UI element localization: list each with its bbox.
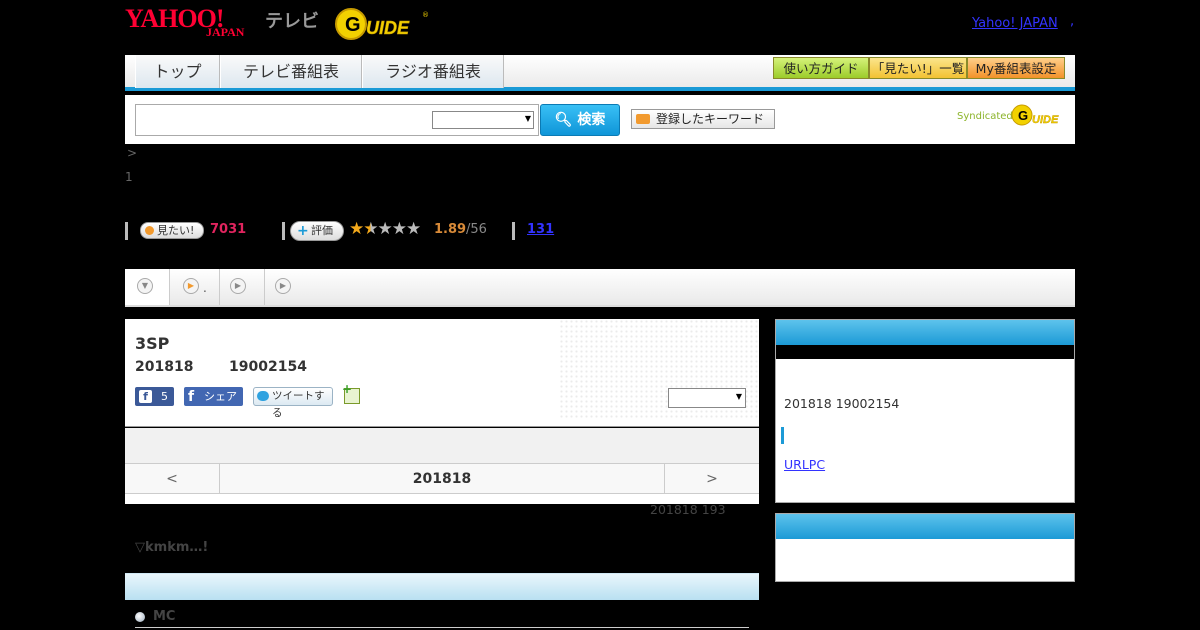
tab-radio-listings[interactable]: ラジオ番組表 <box>362 55 504 88</box>
sidebar-divider <box>781 427 784 444</box>
search-button[interactable]: 🔍︎ 検索 <box>540 104 620 136</box>
header-separator: , <box>1070 14 1075 29</box>
program-card: 3SP 201818 19002154 f5 f シェア ツイートする <box>125 319 759 427</box>
star-icon: ★ <box>349 219 364 239</box>
cast-section-header <box>125 573 759 600</box>
subtab-3[interactable]: ▶ <box>220 269 265 305</box>
rate-button[interactable]: + 評価 <box>290 221 344 241</box>
my-listings-settings-button[interactable]: My番組表設定 <box>967 57 1065 79</box>
search-bar: 🔍︎ 検索 登録したキーワード Syndicated G UIDE <box>125 95 1075 144</box>
program-date: 201818 <box>135 359 194 375</box>
syndicated-label: Syndicated <box>957 111 1013 122</box>
facebook-icon: f <box>188 389 195 405</box>
play-circle-icon: ▶ <box>183 278 199 294</box>
broadcast-note: 201818 193 <box>650 502 726 517</box>
program-title: 3SP <box>135 334 170 353</box>
star-rating: ★★★★★ <box>349 219 421 239</box>
tweet-button[interactable]: ツイートする <box>253 387 333 419</box>
want-to-watch-list-button[interactable]: 「見たい!」一覧 <box>869 57 967 79</box>
want-to-watch-label: 見たい! <box>157 224 195 237</box>
subtab-1[interactable]: ▼ <box>125 269 170 305</box>
sidebar-date: 201818 19002154 <box>784 396 900 411</box>
breadcrumb: > <box>127 146 138 160</box>
subtab-label: . <box>203 281 207 295</box>
mc-label: MC <box>153 609 176 624</box>
star-icon: ★ <box>406 219 421 239</box>
svg-text:G: G <box>345 14 361 36</box>
sidebar-broadcast-box: 201818 19002154 URLPC <box>775 319 1075 503</box>
subtab-4[interactable]: ▶ <box>265 269 305 305</box>
date-pager: < 201818 > <box>125 464 759 494</box>
plus-icon: + <box>297 223 309 239</box>
yahoo-japan-sublogo: JAPAN <box>206 25 245 39</box>
star-icon: ★ <box>391 219 407 239</box>
previous-button[interactable]: < <box>125 464 220 494</box>
facebook-share-label: シェア <box>204 390 237 403</box>
program-action-select[interactable] <box>668 388 746 408</box>
rate-label: 評価 <box>311 224 333 237</box>
add-to-calendar-icon[interactable] <box>342 382 360 404</box>
divider <box>125 222 128 240</box>
down-circle-icon: ▼ <box>137 278 153 294</box>
twitter-icon <box>257 391 269 401</box>
tweet-label: ツイートする <box>272 390 325 419</box>
divider <box>512 222 515 240</box>
facebook-like-button[interactable]: f5 <box>135 387 174 406</box>
rating-count: /56 <box>466 222 487 237</box>
star-icon: ★ <box>377 219 393 239</box>
next-button[interactable]: > <box>664 464 759 494</box>
subtab-2[interactable]: ▶. <box>170 269 220 305</box>
usage-guide-button[interactable]: 使い方ガイド <box>773 57 869 79</box>
bullet-icon <box>135 612 145 622</box>
main-nav: トップ テレビ番組表 ラジオ番組表 使い方ガイド 「見たい!」一覧 My番組表設… <box>125 55 1075 91</box>
svg-text:UIDE: UIDE <box>1032 114 1059 126</box>
tab-tv-listings[interactable]: テレビ番組表 <box>220 55 362 88</box>
svg-text:®: ® <box>422 11 429 19</box>
star-half-icon: ★ <box>363 219 378 239</box>
search-icon: 🔍︎ <box>554 112 573 128</box>
reviews-link[interactable]: 131 <box>527 222 554 237</box>
sidebar-second-box <box>775 513 1075 582</box>
svg-text:G: G <box>1018 108 1028 123</box>
tab-top[interactable]: トップ <box>135 55 220 88</box>
program-info-band <box>125 428 759 464</box>
divider <box>282 222 285 240</box>
rating-score: 1.89 <box>434 222 467 237</box>
want-to-watch-count: 7031 <box>210 222 247 237</box>
breadcrumb-number: 1 <box>125 170 133 184</box>
program-time: 19002154 <box>229 359 307 375</box>
svg-text:UIDE: UIDE <box>366 18 410 38</box>
sidebar-box-header <box>776 320 1074 345</box>
search-button-label: 検索 <box>577 112 606 128</box>
yahoo-japan-link[interactable]: Yahoo! JAPAN <box>972 16 1058 31</box>
saved-keywords-button[interactable]: 登録したキーワード <box>631 109 775 129</box>
want-to-watch-button[interactable]: 見たい! <box>140 222 204 239</box>
play-circle-icon: ▶ <box>275 278 291 294</box>
syndicated-gguide-logo: G UIDE <box>1011 104 1059 126</box>
facebook-like-count: 5 <box>161 390 168 403</box>
plus-icon <box>145 226 154 235</box>
cast-mc-row: MC <box>135 608 749 628</box>
episode-description: ▽kmkm…! <box>135 540 209 555</box>
facebook-share-button[interactable]: f シェア <box>184 387 243 406</box>
facebook-icon: f <box>139 390 152 403</box>
tv-label[interactable]: テレビ <box>265 7 319 33</box>
gguide-logo[interactable]: G UIDE ® <box>334 7 430 41</box>
program-subtabs: ▼ ▶. ▶ ▶ <box>125 269 1075 307</box>
search-category-select[interactable] <box>432 111 534 129</box>
sidebar-box-subheader <box>776 345 1074 359</box>
sidebar-box-header <box>776 514 1074 539</box>
sidebar-url-link[interactable]: URLPC <box>784 457 825 472</box>
pager-date: 201818 <box>412 471 472 487</box>
play-circle-icon: ▶ <box>230 278 246 294</box>
